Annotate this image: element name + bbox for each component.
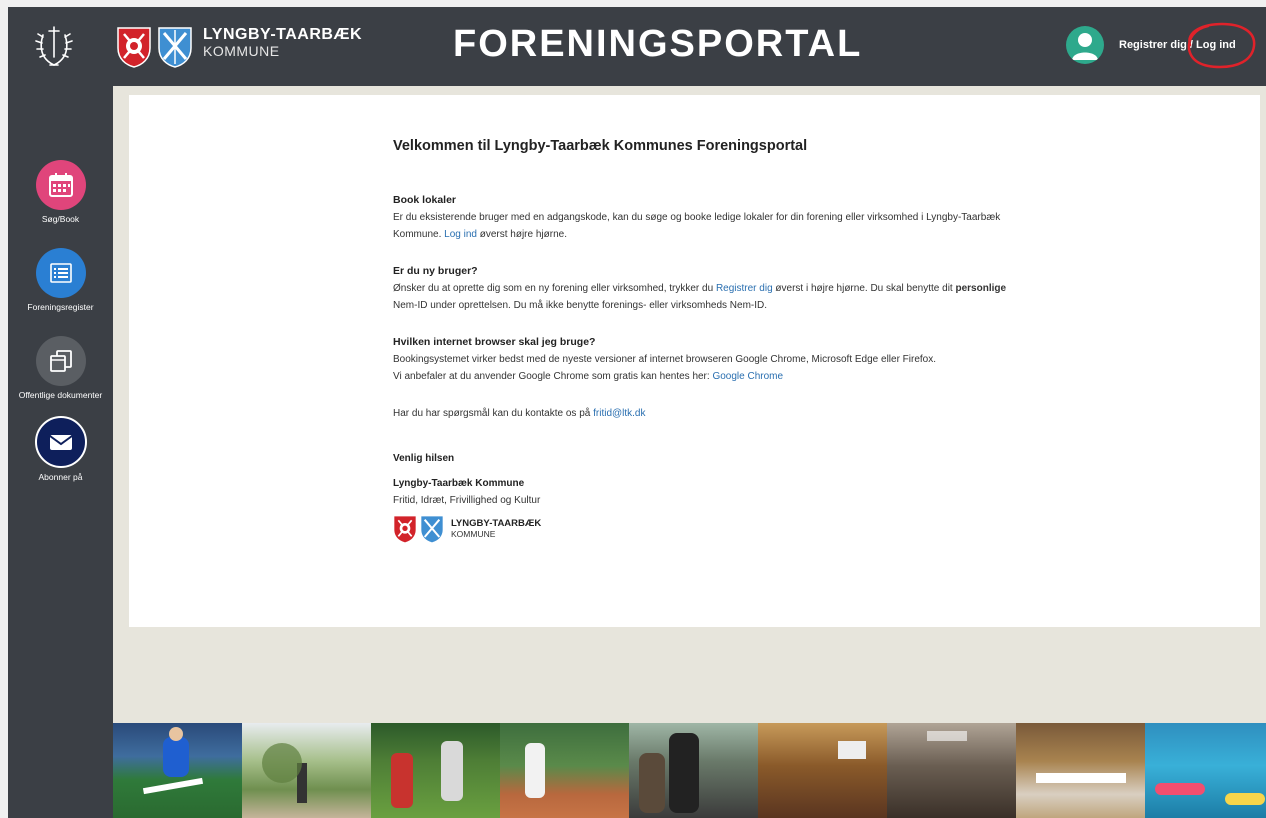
signoff-dept: Fritid, Idræt, Frivillighed og Kultur [393, 495, 541, 506]
section-bold-text: personlige [955, 283, 1007, 294]
photo-football [113, 723, 242, 818]
auth-separator: / [1186, 39, 1197, 51]
footer-logo: LYNGBY-TAARBÆK KOMMUNE [393, 515, 1033, 543]
google-chrome-link[interactable]: Google Chrome [712, 371, 783, 382]
photo-conference-hall [758, 723, 887, 818]
sidebar: Søg/Book Foreningsregister Offentlige do… [8, 86, 113, 818]
envelope-icon [34, 416, 87, 468]
coat-of-arms-red-icon [394, 516, 416, 543]
footer-logo-line1: LYNGBY-TAARBÆK [451, 518, 542, 529]
section-new-user: Er du ny bruger? Ønsker du at oprette di… [393, 263, 1033, 314]
user-avatar-icon[interactable] [1066, 26, 1104, 64]
section-text: Bookingsystemet virker bedst med de nyes… [393, 354, 937, 365]
coat-of-arms-red-icon [117, 27, 151, 68]
section-heading: Book lokaler [393, 194, 457, 206]
welcome-panel: Velkommen til Lyngby-Taarbæk Kommunes Fo… [129, 95, 1260, 627]
register-link[interactable]: Registrer dig [1119, 39, 1187, 51]
photo-strip [113, 723, 1266, 818]
section-text: Vi anbefaler at du anvender Google Chrom… [393, 371, 713, 382]
photo-event-hall [887, 723, 1016, 818]
signoff-org: Lyngby-Taarbæk Kommune [393, 478, 525, 489]
section-text: øverst højre hjørne. [476, 229, 567, 240]
section-heading: Er du ny bruger? [393, 265, 478, 277]
photo-swimming-pool [1145, 723, 1266, 818]
kommune-name: LYNGBY-TAARBÆK KOMMUNE [203, 26, 363, 60]
photo-gym-crowd [629, 723, 758, 818]
sidebar-item-offentlige-dokumenter[interactable]: Offentlige dokumenter [8, 336, 113, 400]
coat-of-arms-blue-icon [421, 516, 443, 543]
section-browser: Hvilken internet browser skal jeg bruge?… [393, 334, 1033, 385]
section-contact: Har du har spørgsmål kan du kontakte os … [393, 405, 1033, 422]
app-frame: LYNGBY-TAARBÆK KOMMUNE FORENINGSPORTAL R… [8, 7, 1266, 818]
section-heading: Hvilken internet browser skal jeg bruge? [393, 336, 596, 348]
sidebar-item-abonner[interactable]: Abonner på [8, 416, 113, 482]
auth-links: Registrer dig / Log ind [1119, 39, 1236, 51]
footer-logo-name: LYNGBY-TAARBÆK KOMMUNE [451, 518, 542, 540]
portal-title: FORENINGSPORTAL [453, 23, 863, 65]
sidebar-item-foreningsregister[interactable]: Foreningsregister [8, 248, 113, 312]
signoff: Venlig hilsen Lyngby-Taarbæk Kommune Fri… [393, 450, 1033, 543]
photo-athletics [242, 723, 371, 818]
coat-of-arms-blue-icon [158, 27, 192, 68]
welcome-content: Velkommen til Lyngby-Taarbæk Kommunes Fo… [393, 137, 1033, 543]
kommune-name-line2: KOMMUNE [203, 43, 280, 59]
sidebar-item-label: Offentlige dokumenter [18, 390, 103, 400]
sidebar-item-label: Foreningsregister [27, 302, 94, 312]
kommune-name-line1: LYNGBY-TAARBÆK [203, 26, 363, 43]
photo-archery [371, 723, 500, 818]
photo-tennis [500, 723, 629, 818]
login-link[interactable]: Log ind [1196, 39, 1236, 51]
login-inline-link[interactable]: Log ind [444, 229, 477, 240]
contact-text: Har du har spørgsmål kan du kontakte os … [393, 408, 594, 419]
documents-icon [35, 336, 86, 386]
sidebar-item-label: Abonner på [38, 472, 83, 482]
sidebar-item-sog-book[interactable]: Søg/Book [8, 160, 113, 224]
sidebar-item-label: Søg/Book [41, 214, 80, 224]
footer-logo-line2: KOMMUNE [451, 529, 496, 539]
wreath-logo-icon [35, 26, 73, 66]
register-inline-link[interactable]: Registrer dig [716, 283, 773, 294]
top-bar: LYNGBY-TAARBÆK KOMMUNE FORENINGSPORTAL R… [8, 7, 1266, 86]
section-text: Nem-ID under oprettelsen. Du må ikke ben… [393, 300, 768, 311]
signoff-greeting: Venlig hilsen [393, 453, 455, 464]
photo-meeting-room [1016, 723, 1145, 818]
calendar-icon [35, 160, 86, 210]
section-book: Book lokaler Er du eksisterende bruger m… [393, 192, 1033, 243]
page-title: Velkommen til Lyngby-Taarbæk Kommunes Fo… [393, 138, 808, 154]
email-link[interactable]: fritid@ltk.dk [593, 408, 645, 419]
list-icon [35, 248, 86, 298]
section-text: øverst i højre hjørne. Du skal benytte d… [772, 283, 956, 294]
section-text: Ønsker du at oprette dig som en ny foren… [393, 283, 716, 294]
